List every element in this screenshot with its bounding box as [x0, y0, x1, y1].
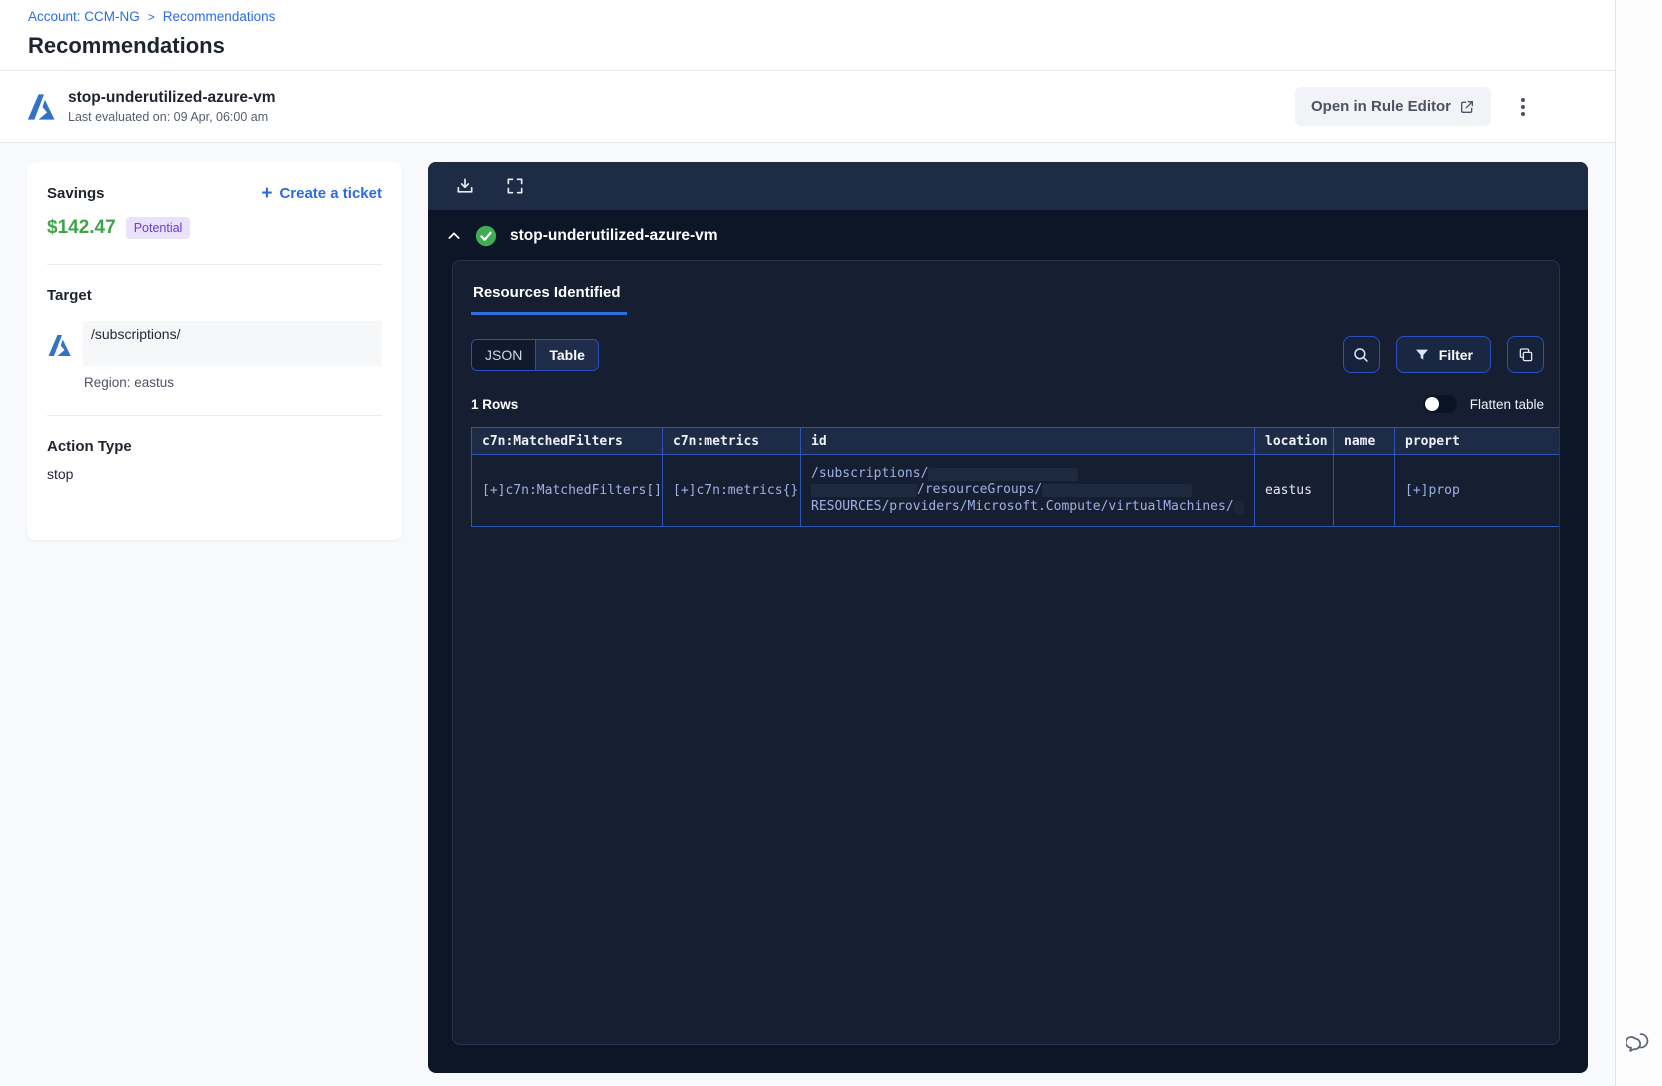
panel-rule-row: stop-underutilized-azure-vm — [428, 210, 1588, 247]
redacted-block — [1042, 484, 1193, 497]
cell-matched-filters-expand[interactable]: [+]c7n:MatchedFilters[] — [471, 454, 663, 527]
filter-button[interactable]: Filter — [1395, 336, 1491, 373]
breadcrumb-recommendations-link[interactable]: Recommendations — [163, 9, 276, 24]
target-label: Target — [47, 287, 92, 304]
cell-name — [1333, 454, 1395, 527]
open-in-rule-editor-button[interactable]: Open in Rule Editor — [1294, 87, 1491, 126]
view-table-button[interactable]: Table — [535, 339, 598, 370]
column-header: name — [1333, 427, 1395, 455]
filter-label: Filter — [1438, 346, 1473, 363]
search-icon — [1354, 347, 1369, 362]
rule-header-bar: stop-underutilized-azure-vm Last evaluat… — [0, 71, 1615, 143]
recommendations-page: Account: CCM-NG > Recommendations Recomm… — [0, 0, 1662, 1086]
table-meta-row: 1 Rows Flatten table — [471, 395, 1559, 413]
rule-last-evaluated: Last evaluated on: 09 Apr, 06:00 am — [68, 110, 269, 124]
create-ticket-link[interactable]: + Create a ticket — [261, 184, 382, 203]
redacted-block — [1233, 500, 1244, 514]
id-line-1: /subscriptions/ — [811, 465, 929, 481]
table-controls: JSON Table Filter — [471, 336, 1559, 373]
table-header-row: c7n:MatchedFilters c7n:metrics id locati… — [471, 427, 1559, 455]
id-line-3: RESOURCES/providers/Microsoft.Compute/vi… — [811, 498, 1234, 514]
filter-funnel-icon — [1415, 349, 1428, 360]
savings-card: Savings + Create a ticket $142.47 Potent… — [27, 162, 402, 540]
savings-amount: $142.47 — [47, 217, 116, 238]
plus-icon: + — [261, 183, 273, 204]
open-in-rule-editor-label: Open in Rule Editor — [1310, 98, 1451, 115]
potential-badge: Potential — [125, 217, 191, 239]
redacted-block — [928, 467, 1079, 481]
flatten-table-label: Flatten table — [1469, 396, 1544, 412]
id-line-2: /resourceGroups/ — [917, 482, 1043, 498]
rule-identity: stop-underutilized-azure-vm Last evaluat… — [68, 89, 276, 124]
divider — [47, 415, 382, 416]
fullscreen-icon[interactable] — [505, 176, 525, 196]
chat-bubbles-icon[interactable] — [1626, 1029, 1653, 1056]
table-row: [+]c7n:MatchedFilters[] [+]c7n:metrics{}… — [471, 454, 1559, 527]
target-path: /subscriptions/ — [83, 321, 382, 366]
create-ticket-label: Create a ticket — [279, 185, 382, 202]
right-rail — [1615, 0, 1662, 1086]
savings-label: Savings — [47, 185, 105, 202]
cell-location: eastus — [1254, 454, 1334, 527]
cell-properties-expand[interactable]: [+]prop — [1394, 454, 1559, 527]
cell-metrics-expand[interactable]: [+]c7n:metrics{} — [662, 454, 801, 527]
redacted-block — [811, 484, 917, 497]
page-title: Recommendations — [28, 33, 225, 58]
panel-toolbar — [428, 162, 1588, 210]
divider — [47, 264, 382, 265]
page-header: Account: CCM-NG > Recommendations Recomm… — [0, 0, 1615, 71]
breadcrumb: Account: CCM-NG > Recommendations — [28, 9, 1615, 24]
copy-icon — [1519, 347, 1532, 361]
search-button[interactable] — [1342, 336, 1380, 373]
rows-count: 1 Rows — [471, 396, 519, 412]
resources-table: c7n:MatchedFilters c7n:metrics id locati… — [471, 427, 1559, 527]
tab-resources-identified[interactable]: Resources Identified — [471, 276, 627, 315]
flatten-table-toggle[interactable] — [1422, 395, 1457, 413]
column-header: id — [800, 427, 1255, 455]
azure-logo-icon — [48, 335, 71, 356]
action-type-value: stop — [47, 466, 74, 482]
copy-button[interactable] — [1507, 336, 1544, 373]
action-type-label: Action Type — [47, 438, 132, 455]
breadcrumb-separator-icon: > — [147, 9, 155, 24]
column-header: c7n:MatchedFilters — [471, 427, 663, 455]
view-mode-toggle: JSON Table — [471, 338, 599, 371]
target-region: Region: eastus — [84, 375, 175, 390]
check-circle-icon — [475, 225, 497, 247]
kebab-menu-icon[interactable] — [1515, 92, 1531, 122]
main-content: Savings + Create a ticket $142.47 Potent… — [0, 143, 1615, 1086]
resources-card: Resources Identified JSON Table Filter 1… — [452, 260, 1560, 1045]
column-header: c7n:metrics — [662, 427, 801, 455]
azure-logo-icon — [27, 93, 55, 120]
cell-resource-id: /subscriptions/ /resourceGroups/ RESOURC… — [800, 454, 1255, 527]
rule-name: stop-underutilized-azure-vm — [68, 89, 276, 106]
chevron-up-icon[interactable] — [446, 228, 462, 244]
breadcrumb-account-link[interactable]: Account: CCM-NG — [28, 9, 140, 24]
external-link-icon — [1461, 100, 1473, 113]
column-header: location — [1254, 427, 1334, 455]
target-row: /subscriptions/ Region: eastus — [47, 321, 382, 390]
results-panel: stop-underutilized-azure-vm Resources Id… — [428, 162, 1588, 1073]
column-header: propert — [1394, 427, 1559, 455]
view-json-button[interactable]: JSON — [472, 339, 536, 370]
download-icon[interactable] — [455, 176, 475, 196]
panel-rule-title: stop-underutilized-azure-vm — [510, 227, 718, 244]
